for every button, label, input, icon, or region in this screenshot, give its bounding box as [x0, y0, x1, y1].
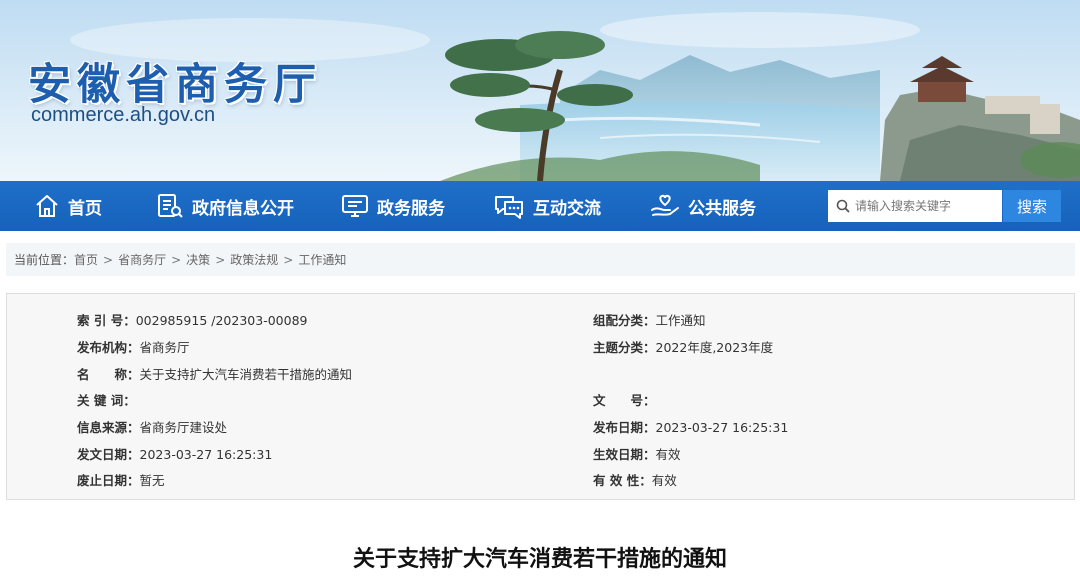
nav-item-label: 政务服务	[377, 198, 445, 219]
info-value: 有效	[651, 473, 677, 488]
breadcrumb-separator: >	[103, 252, 114, 267]
breadcrumb-item-work-notice[interactable]: 工作通知	[298, 251, 346, 268]
info-name: 名 称：关于支持扩大汽车消费若干措施的通知	[77, 364, 352, 383]
info-label: 主题分类：	[593, 340, 656, 355]
nav-item-gov-info[interactable]: 政府信息公开	[156, 181, 294, 231]
nav-item-home[interactable]: 首页	[34, 181, 102, 231]
info-value: 关于支持扩大汽车消费若干措施的通知	[139, 367, 353, 382]
info-label: 发文日期：	[77, 447, 140, 462]
breadcrumb: 当前位置： 首页 > 省商务厅 > 决策 > 政策法规 > 工作通知	[6, 243, 1075, 276]
info-category: 组配分类：工作通知	[593, 310, 706, 329]
info-keywords: 关 键 词：	[77, 390, 136, 409]
info-label: 发布机构：	[77, 340, 140, 355]
breadcrumb-item-department[interactable]: 省商务厅	[118, 251, 166, 268]
nav-item-label: 首页	[68, 198, 102, 219]
chat-icon	[495, 196, 523, 219]
nav-item-public-service[interactable]: 公共服务	[650, 181, 756, 231]
info-issue-date: 发文日期：2023-03-27 16:25:31	[77, 444, 272, 463]
article-title: 关于支持扩大汽车消费若干措施的通知	[352, 547, 727, 572]
info-repeal-date: 废止日期：暂无	[77, 470, 165, 489]
search-button[interactable]: 搜索	[1003, 190, 1061, 222]
breadcrumb-separator: >	[215, 252, 226, 267]
info-effective-date: 生效日期：有效	[593, 444, 681, 463]
info-value: 暂无	[139, 473, 165, 488]
site-title: 安徽省商务厅	[28, 60, 322, 110]
info-value: 2022年度,2023年度	[655, 340, 774, 355]
breadcrumb-item-home[interactable]: 首页	[74, 251, 98, 268]
breadcrumb-separator: >	[171, 252, 182, 267]
info-value: 2023-03-27 16:25:31	[655, 420, 789, 435]
info-index-number: 索 引 号：002985915 /202303-00089	[77, 310, 307, 329]
info-label: 信息来源：	[77, 420, 140, 435]
hands-heart-icon	[651, 194, 679, 216]
site-domain: commerce.ah.gov.cn	[31, 104, 216, 126]
info-value: 省商务厅	[139, 340, 190, 355]
info-label: 有 效 性：	[593, 473, 652, 488]
nav-item-label: 政府信息公开	[192, 198, 294, 219]
monitor-icon	[342, 195, 368, 217]
info-publisher: 发布机构：省商务厅	[77, 337, 190, 356]
info-label: 名 称：	[77, 367, 140, 382]
info-label: 组配分类：	[593, 313, 656, 328]
search-box	[828, 190, 1002, 222]
info-label: 索 引 号：	[77, 313, 136, 328]
info-label: 关 键 词：	[77, 393, 136, 408]
nav-item-interaction[interactable]: 互动交流	[493, 181, 601, 231]
info-publish-date: 发布日期：2023-03-27 16:25:31	[593, 417, 788, 436]
info-validity: 有 效 性：有效	[593, 470, 677, 489]
info-label: 文 号：	[593, 393, 656, 408]
info-value: 工作通知	[655, 313, 706, 328]
info-value: 有效	[655, 447, 681, 462]
breadcrumb-item-decision[interactable]: 决策	[186, 251, 210, 268]
breadcrumb-prefix: 当前位置：	[14, 253, 75, 267]
info-topic: 主题分类：2022年度,2023年度	[593, 337, 773, 356]
info-value: 省商务厅建设处	[139, 420, 228, 435]
nav-item-label: 公共服务	[688, 198, 756, 219]
info-value: 2023-03-27 16:25:31	[139, 447, 273, 462]
info-value: 002985915 /202303-00089	[135, 313, 308, 328]
document-list-icon	[158, 194, 183, 218]
info-label: 废止日期：	[77, 473, 140, 488]
info-label: 生效日期：	[593, 447, 656, 462]
nav-item-gov-service[interactable]: 政务服务	[341, 181, 445, 231]
breadcrumb-separator: >	[283, 252, 294, 267]
document-info-table: 索 引 号：002985915 /202303-00089 发布机构：省商务厅 …	[6, 293, 1075, 500]
home-icon	[36, 195, 58, 217]
info-doc-number: 文 号：	[593, 390, 656, 409]
search-icon	[836, 199, 850, 213]
info-source: 信息来源：省商务厅建设处	[77, 417, 227, 436]
info-label: 发布日期：	[593, 420, 656, 435]
search-input[interactable]	[855, 191, 995, 221]
site-banner: 安徽省商务厅 commerce.ah.gov.cn	[0, 0, 1080, 181]
breadcrumb-item-policy[interactable]: 政策法规	[230, 251, 278, 268]
nav-item-label: 互动交流	[533, 198, 601, 219]
